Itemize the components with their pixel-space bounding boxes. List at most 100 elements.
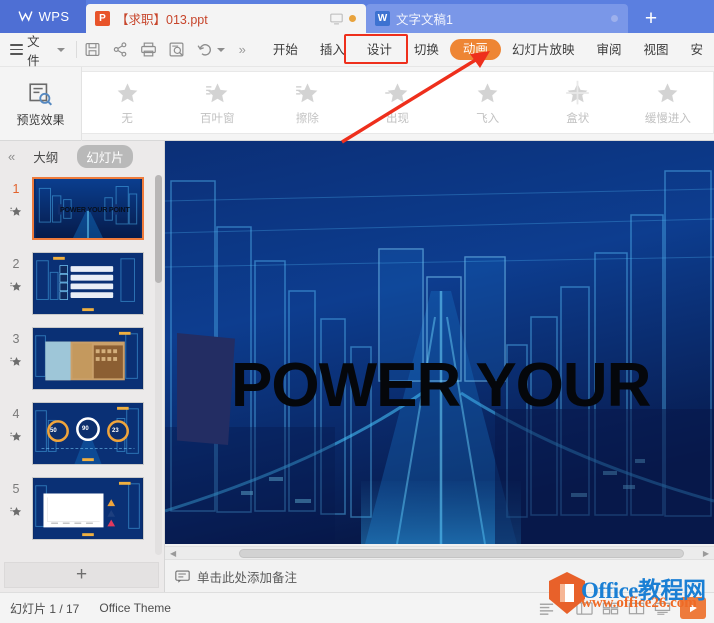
document-tab-label: 文字文稿1 — [396, 13, 453, 27]
file-menu-label: 文件 — [27, 34, 40, 68]
slide-number: 5 — [12, 482, 20, 496]
donut-value-2: 90 — [82, 426, 89, 432]
ribbon-tab-transition[interactable]: 切换 — [403, 33, 450, 67]
start-slideshow-button[interactable] — [680, 597, 706, 619]
normal-view-icon[interactable] — [576, 601, 593, 616]
slide-title-text[interactable]: POWER YOUR — [231, 349, 714, 423]
effect-label: 出现 — [385, 113, 409, 125]
animation-star-icon — [9, 282, 21, 291]
add-slide-button[interactable]: + — [4, 562, 159, 588]
thumbnail-meta: 2 — [0, 252, 32, 293]
effect-item-none[interactable]: 无 — [82, 72, 172, 133]
chevron-down-icon — [559, 606, 567, 610]
wps-label: WPS — [38, 9, 70, 24]
effect-item-wipe[interactable]: 擦除 — [262, 72, 352, 133]
effect-item-box[interactable]: 盒状 — [533, 72, 623, 133]
scroll-left-icon[interactable]: ◀ — [170, 549, 176, 558]
thumbnail-scrollbar-thumb[interactable] — [155, 175, 162, 283]
effect-item-slow-enter[interactable]: 缓慢进入 — [623, 72, 713, 133]
slide-thumbnail-3[interactable]: 3 — [0, 321, 164, 396]
menu-bar: 文件 » 开始 插入 设计 切换 动画 幻灯片放映 审阅 视图 安 — [0, 31, 714, 69]
status-bar: 幻灯片 1 / 17 Office Theme — [0, 592, 714, 623]
thumbnail-meta: 3 — [0, 327, 32, 368]
panel-tab-slides[interactable]: 幻灯片 — [77, 144, 133, 168]
ribbon-tab-view[interactable]: 视图 — [632, 33, 679, 67]
thumbnail-preview[interactable] — [32, 327, 144, 390]
chevron-down-icon — [216, 47, 225, 52]
new-tab-button[interactable]: + — [628, 4, 674, 33]
slide-number: 2 — [12, 257, 20, 271]
ribbon-tab-design[interactable]: 设计 — [356, 33, 403, 67]
notes-icon — [175, 570, 190, 583]
view-controls — [538, 597, 714, 619]
thumbnail-meta: 4 — [0, 402, 32, 443]
wps-home-button[interactable]: WPS — [0, 0, 86, 33]
effect-label: 缓慢进入 — [644, 113, 691, 125]
ribbon-tab-bar: 开始 插入 设计 切换 动画 幻灯片放映 审阅 视图 安 — [246, 33, 714, 67]
ribbon-tab-insert[interactable]: 插入 — [309, 33, 356, 67]
play-icon — [690, 603, 697, 613]
slide-decorative-shape[interactable] — [177, 333, 235, 445]
effect-item-blinds[interactable]: 百叶窗 — [172, 72, 262, 133]
notes-view-icon[interactable] — [654, 601, 671, 616]
speaker-notes-pane[interactable]: 单击此处添加备注 — [165, 559, 714, 592]
ribbon-tab-start[interactable]: 开始 — [262, 33, 309, 67]
print-preview-icon[interactable] — [168, 41, 185, 58]
panel-header: « 大纲 幻灯片 — [0, 141, 164, 171]
donut-values: 50 90 23 — [33, 403, 143, 464]
text-align-button[interactable] — [538, 601, 567, 616]
thumbnail-preview[interactable]: 50 90 23 — [32, 402, 144, 465]
slide-thumbnail-2[interactable]: 2 — [0, 246, 164, 321]
animation-star-icon — [9, 507, 21, 516]
document-tab-label: 【求职】013.ppt — [116, 13, 208, 27]
scroll-right-icon[interactable]: ▶ — [703, 549, 709, 558]
thumbnail-scrollbar[interactable] — [155, 175, 162, 555]
slide-thumbnail-5[interactable]: 5 — [0, 471, 164, 546]
unsaved-dot-icon — [611, 15, 618, 22]
canvas-horizontal-scrollbar[interactable]: ◀ ▶ — [165, 546, 714, 559]
plus-icon: + — [75, 564, 88, 585]
document-tab-ppt[interactable]: P 【求职】013.ppt — [86, 4, 366, 33]
ribbon-tab-animation[interactable]: 动画 — [449, 39, 501, 60]
collapse-left-icon[interactable]: « — [8, 149, 15, 164]
slide-number: 4 — [12, 407, 20, 421]
monitor-icon[interactable] — [330, 13, 343, 25]
print-icon[interactable] — [140, 41, 157, 58]
wps-logo-icon — [18, 11, 33, 22]
slide-counter[interactable]: 幻灯片 1 / 17 — [0, 600, 89, 617]
slide-number: 3 — [12, 332, 20, 346]
slide-canvas-area[interactable]: POWER YOUR A — [165, 141, 714, 552]
star-slow-enter-icon — [658, 83, 678, 103]
document-tab-doc[interactable]: W 文字文稿1 — [366, 4, 628, 33]
star-appear-icon — [385, 83, 408, 103]
slide-sorter-icon[interactable] — [602, 601, 619, 616]
star-wipe-icon — [295, 83, 318, 103]
star-box-icon — [566, 80, 590, 105]
ribbon-tab-security[interactable]: 安 — [679, 33, 714, 67]
effect-item-appear[interactable]: 出现 — [352, 72, 442, 133]
save-icon[interactable] — [84, 41, 101, 58]
share-icon[interactable] — [112, 41, 129, 58]
effect-item-flyin[interactable]: 飞入 — [443, 72, 533, 133]
slide-editing-surface[interactable]: POWER YOUR A — [165, 141, 714, 544]
slide-thumbnail-4[interactable]: 4 50 90 23 — [0, 396, 164, 471]
toolbar-divider — [75, 41, 77, 58]
preview-effect-icon — [29, 82, 53, 106]
slide-navigator-panel: « 大纲 幻灯片 1 POWER YOUR POINT 2 3 4 50 90 … — [0, 141, 165, 592]
ribbon-tab-slideshow[interactable]: 幻灯片放映 — [501, 33, 586, 67]
reading-view-icon[interactable] — [628, 601, 645, 616]
ribbon-tab-review[interactable]: 审阅 — [585, 33, 632, 67]
slide-thumbnail-list[interactable]: 1 POWER YOUR POINT 2 3 4 50 90 23 5 — [0, 171, 164, 559]
thumbnail-preview[interactable] — [32, 477, 144, 540]
thumbnail-preview[interactable] — [32, 252, 144, 315]
quick-access-toolbar: » — [84, 41, 246, 58]
undo-button[interactable] — [196, 41, 225, 58]
theme-name[interactable]: Office Theme — [89, 601, 181, 615]
panel-tab-outline[interactable]: 大纲 — [24, 145, 67, 168]
file-menu-button[interactable]: 文件 — [0, 31, 71, 69]
canvas-scrollbar-thumb[interactable] — [239, 549, 684, 558]
toolbar-overflow-icon[interactable]: » — [239, 42, 246, 57]
thumbnail-preview[interactable]: POWER YOUR POINT — [32, 177, 144, 240]
slide-thumbnail-1[interactable]: 1 POWER YOUR POINT — [0, 171, 164, 246]
preview-effect-button[interactable]: 预览效果 — [0, 67, 82, 141]
